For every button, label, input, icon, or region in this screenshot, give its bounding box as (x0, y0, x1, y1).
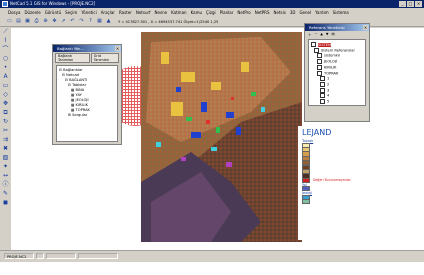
legend-panel: LEJAND Toprak Değeri Bulunamayanlar Yol … (298, 126, 424, 240)
info-tool-icon[interactable]: ⓘ (2, 181, 10, 189)
menu-item[interactable]: NetPRS (255, 9, 270, 17)
app-icon (2, 1, 8, 7)
status-cell (46, 253, 76, 259)
open-icon[interactable]: ▤ (15, 18, 22, 25)
maximize-button[interactable]: □ (407, 1, 414, 7)
panel-title: Referans Yöneticisi (309, 25, 345, 30)
trim-tool-icon[interactable]: ✂ (2, 127, 10, 135)
menu-bar: Dosya Düzenle Görüntü Seçim Yönetici Ara… (0, 9, 424, 17)
menu-item[interactable]: Sistema (333, 9, 349, 17)
remove-icon[interactable]: − (314, 32, 317, 37)
layer-icon[interactable]: ▦ (96, 18, 103, 25)
menu-item[interactable]: Araçlar (101, 9, 115, 17)
hatch-tool-icon[interactable]: ▨ (2, 154, 10, 162)
point-tool-icon[interactable]: • (2, 64, 10, 72)
save-icon[interactable]: ▣ (24, 18, 31, 25)
legend-title: LEJAND (302, 128, 332, 137)
tab-grid[interactable]: Grid Tanımları (90, 53, 119, 63)
add-icon[interactable]: ＋ (308, 32, 311, 37)
measure-icon[interactable]: ▲ (105, 18, 112, 25)
status-project: PROJE.NC2 (4, 253, 34, 259)
left-toolbar: ⟋ ⌇ ⌒ ○ • A ▭ ◇ ✥ ⧉ ↻ ✂ ⇉ ✖ ▨ ✦ ↔ ⓘ ✎ ◼ (0, 28, 11, 250)
menu-item[interactable]: Seçim (65, 9, 77, 17)
taskbar (0, 262, 424, 275)
map-graphic (141, 32, 302, 242)
reference-manager-title: Referans Yöneticisi × (305, 24, 369, 31)
title-bar: NetCad 5.1 GIS for Windows - [PROJE.NC2]… (0, 0, 424, 8)
menu-item[interactable]: Yardım (315, 9, 328, 17)
window-controls: _ □ × (399, 1, 422, 7)
window-title: NetCad 5.1 GIS for Windows - [PROJE.NC2] (10, 1, 96, 6)
up-icon[interactable]: ▲ (320, 32, 323, 37)
legend-rows (298, 142, 424, 179)
menu-item[interactable]: Dosya (8, 9, 20, 17)
offset-tool-icon[interactable]: ⇉ (2, 136, 10, 144)
menu-item[interactable]: Düzenle (24, 9, 40, 17)
menu-item[interactable]: Görüntü (45, 9, 61, 17)
coordinate-readout: Y = 417827.301 , X = 4694537.741 Ölçek=1… (118, 19, 219, 24)
print-icon[interactable]: ⎙ (33, 18, 40, 25)
new-icon[interactable]: ▭ (6, 18, 13, 25)
zoom-icon[interactable]: ⊕ (42, 18, 49, 25)
reference-list: SİSTEM Sistem Referanslar sistemkil JEOL… (308, 39, 366, 106)
connection-tabs: Bağlantı Tanımları Grid Tanımları (53, 52, 121, 64)
pan-icon[interactable]: ✥ (51, 18, 58, 25)
reference-toolbar: ＋ − ▲ ▼ ▤ (305, 31, 369, 38)
menu-item[interactable]: Yönetici (81, 9, 96, 17)
menu-item[interactable]: NetPro (237, 9, 250, 17)
menu-item[interactable]: 3D (290, 9, 296, 17)
connection-manager-panel: Bağlantı Yön... × Bağlantı Tanımları Gri… (52, 44, 122, 145)
reference-item[interactable]: 6 (311, 104, 363, 105)
erase-tool-icon[interactable]: ✖ (2, 145, 10, 153)
app-window: NetCad 5.1 GIS for Windows - [PROJE.NC2]… (0, 0, 424, 263)
line-tool-icon[interactable]: ⟋ (2, 28, 10, 36)
rect-tool-icon[interactable]: ▭ (2, 82, 10, 90)
rotate-tool-icon[interactable]: ↻ (2, 118, 10, 126)
menu-item[interactable]: Çizgi (206, 9, 216, 17)
reference-manager-panel: Referans Yöneticisi × ＋ − ▲ ▼ ▤ SİSTEM S… (304, 23, 370, 122)
minimize-button[interactable]: _ (399, 1, 406, 7)
down-icon[interactable]: ▼ (326, 32, 329, 37)
connection-tree: ⊟ Bağlantılar ⊟ Netcad ⊟ BAĞLANTI ⊟ Tabl… (56, 65, 118, 142)
copy-tool-icon[interactable]: ⧉ (2, 109, 10, 117)
move-tool-icon[interactable]: ✥ (2, 100, 10, 108)
panel-title: Bağlantı Yön... (57, 46, 85, 51)
tree-node[interactable]: ⊞ Sorgular (59, 113, 115, 118)
color-tool-icon[interactable]: ◼ (2, 199, 10, 207)
menu-item[interactable]: Netsis (274, 9, 286, 17)
menu-item[interactable]: Genel (299, 9, 311, 17)
status-cell (78, 253, 118, 259)
text-tool-icon[interactable]: A (2, 73, 10, 81)
symbol-tool-icon[interactable]: ✦ (2, 163, 10, 171)
menu-item[interactable]: Planlar (220, 9, 234, 17)
arc-tool-icon[interactable]: ⌒ (2, 46, 10, 54)
connection-manager-title: Bağlantı Yön... × (53, 45, 121, 52)
area-tool-icon[interactable]: ◇ (2, 91, 10, 99)
help-icon[interactable]: ? (87, 18, 94, 25)
dimension-tool-icon[interactable]: ↔ (2, 172, 10, 180)
undo-icon[interactable]: ↶ (69, 18, 76, 25)
select-icon[interactable]: ➚ (60, 18, 67, 25)
paint-tool-icon[interactable]: ✎ (2, 190, 10, 198)
redo-icon[interactable]: ↷ (78, 18, 85, 25)
tab-connections[interactable]: Bağlantı Tanımları (55, 53, 90, 63)
props-icon[interactable]: ▤ (331, 32, 334, 37)
close-icon[interactable]: × (115, 46, 120, 51)
map-canvas[interactable] (141, 32, 302, 242)
menu-item[interactable]: Netsurf (136, 9, 151, 17)
menu-item[interactable]: Kamu (191, 9, 202, 17)
menu-item[interactable]: Raster (119, 9, 132, 17)
menu-item[interactable]: Katman (171, 9, 186, 17)
polyline-tool-icon[interactable]: ⌇ (2, 37, 10, 45)
menu-item[interactable]: Nesne (155, 9, 168, 17)
circle-tool-icon[interactable]: ○ (2, 55, 10, 63)
status-cell (36, 253, 44, 259)
close-icon[interactable]: × (363, 25, 368, 30)
legend-row (298, 198, 424, 205)
close-button[interactable]: × (415, 1, 422, 7)
